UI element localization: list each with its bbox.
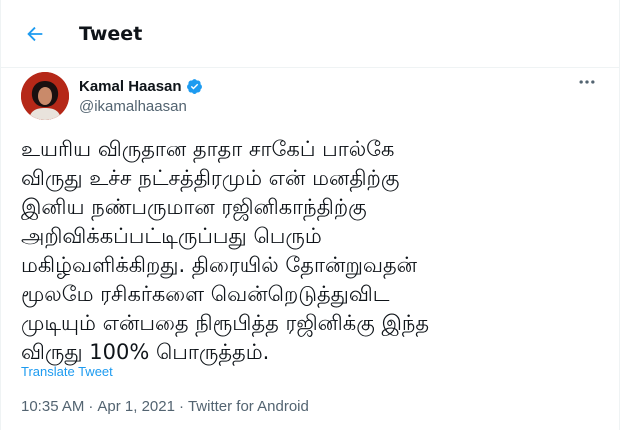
page-title: Tweet xyxy=(79,23,143,45)
author-name[interactable]: Kamal Haasan xyxy=(79,78,182,95)
tweet-time[interactable]: 10:35 AM xyxy=(21,398,84,415)
translate-tweet-link[interactable]: Translate Tweet xyxy=(21,364,113,379)
tweet-page: Tweet Kamal Haasan @ikamalhaasan உயரிய வ… xyxy=(0,0,620,430)
avatar-image xyxy=(21,72,69,120)
author-name-line: Kamal Haasan xyxy=(79,76,203,96)
tweet-source[interactable]: Twitter for Android xyxy=(188,398,309,415)
author-row: Kamal Haasan @ikamalhaasan xyxy=(21,72,601,124)
tweet-meta: 10:35 AM · Apr 1, 2021 · Twitter for And… xyxy=(21,398,309,415)
meta-separator: · xyxy=(178,398,184,415)
arrow-left-icon xyxy=(27,26,43,42)
more-options-button[interactable] xyxy=(573,72,601,92)
tweet-date[interactable]: Apr 1, 2021 xyxy=(97,398,175,415)
meta-separator: · xyxy=(88,398,94,415)
author-meta: Kamal Haasan @ikamalhaasan xyxy=(79,76,203,115)
author-handle[interactable]: @ikamalhaasan xyxy=(79,98,203,115)
page-header: Tweet xyxy=(1,0,619,68)
verified-badge-icon xyxy=(186,78,203,95)
back-button[interactable] xyxy=(17,16,53,52)
tweet-text: உயரிய விருதான தாதா சாகேப் பால்கே விருது … xyxy=(21,137,430,364)
avatar[interactable] xyxy=(21,72,69,120)
more-options-icon xyxy=(579,80,595,84)
